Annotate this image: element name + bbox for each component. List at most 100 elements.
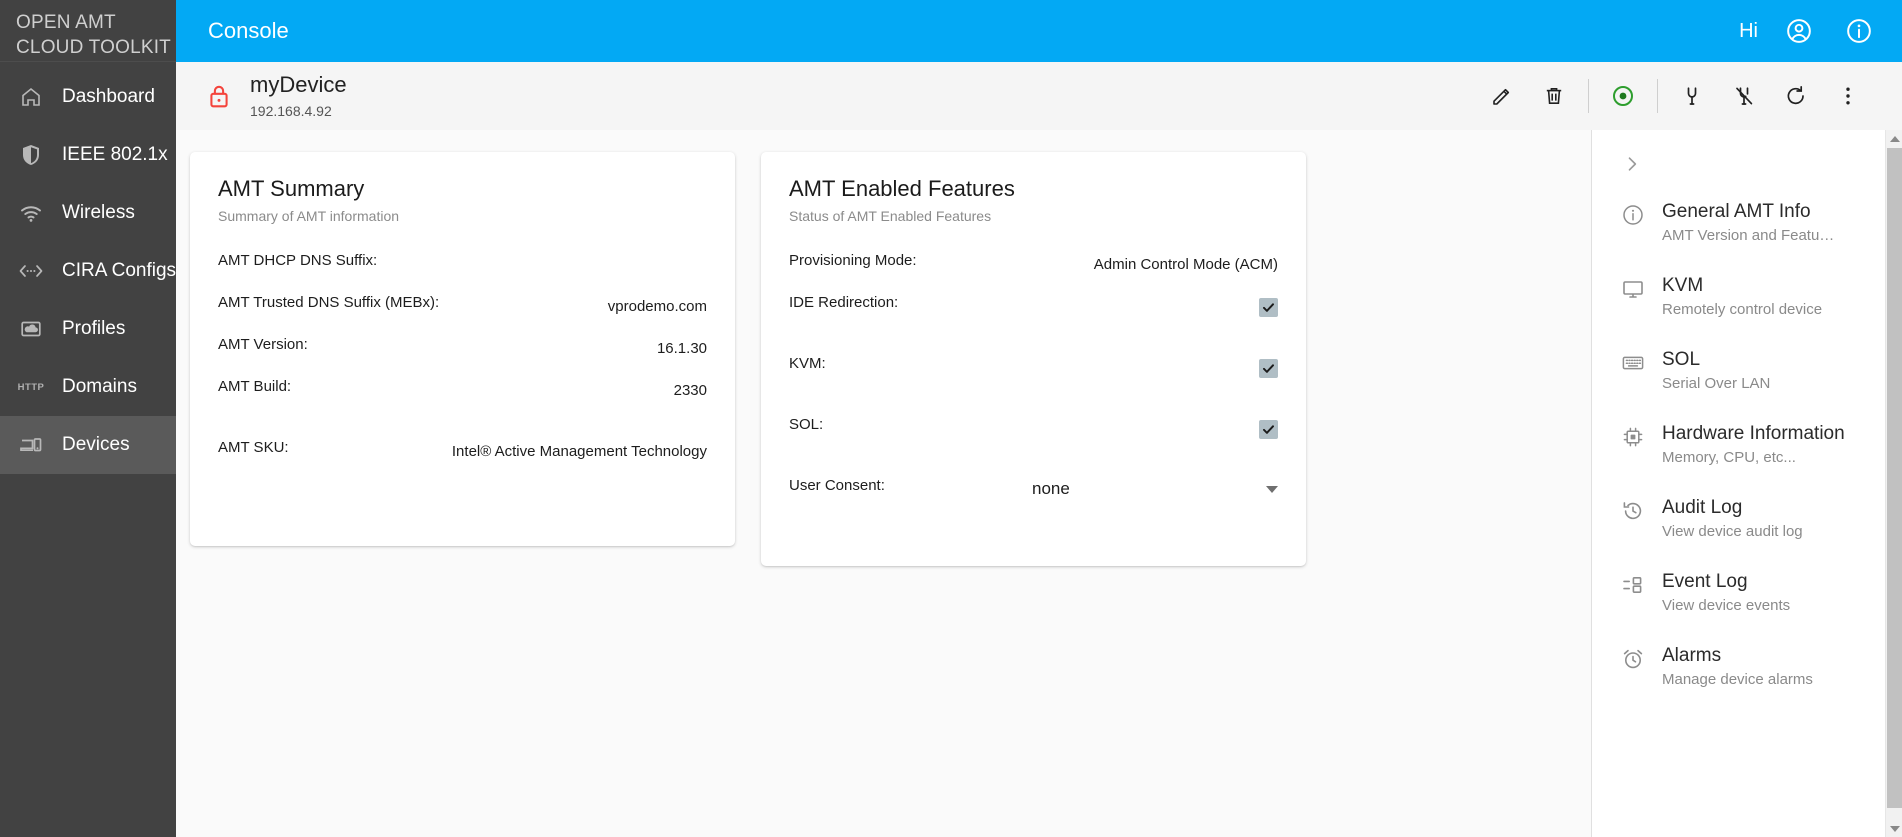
amt-features-subtitle: Status of AMT Enabled Features bbox=[789, 208, 992, 224]
monitor-icon bbox=[1620, 276, 1646, 302]
sidebar-item-devices[interactable]: Devices bbox=[0, 416, 176, 474]
row-key: SOL: bbox=[789, 416, 824, 433]
rail-item-subtitle: Manage device alarms bbox=[1662, 671, 1813, 688]
rail-expand-toggle[interactable] bbox=[1592, 144, 1885, 188]
rail-item-text: KVM Remotely control device bbox=[1662, 273, 1822, 322]
device-tools-rail: General AMT Info AMT Version and Featu… bbox=[1591, 130, 1902, 837]
table-row: AMT Version: 16.1.30 bbox=[218, 334, 707, 367]
body-row: AMT Summary Summary of AMT information A… bbox=[176, 130, 1902, 837]
row-value: Admin Control Mode (ACM) bbox=[1093, 256, 1278, 273]
sol-checkbox[interactable] bbox=[1259, 420, 1278, 439]
topbar-actions: Hi bbox=[1739, 12, 1878, 50]
rail-item-text: General AMT Info AMT Version and Featu… bbox=[1662, 199, 1834, 248]
row-value: 2330 bbox=[673, 382, 707, 399]
rail-item-subtitle: AMT Version and Featu… bbox=[1662, 227, 1835, 244]
sidebar-item-label: Wireless bbox=[62, 202, 135, 223]
user-consent-select[interactable]: none bbox=[1032, 475, 1278, 499]
amt-summary-card: AMT Summary Summary of AMT information A… bbox=[190, 152, 735, 546]
more-vertical-icon[interactable] bbox=[1826, 74, 1870, 118]
main-column: Console Hi myDevice 192.168.4.92 AMT Sum… bbox=[176, 0, 1902, 837]
keyboard-icon bbox=[1620, 350, 1646, 376]
sidebar-item-label: Profiles bbox=[62, 318, 126, 339]
rail-item-title: SOL bbox=[1662, 349, 1701, 370]
rail-item-text: Hardware Information Memory, CPU, etc... bbox=[1662, 421, 1845, 470]
table-row: User Consent: none bbox=[789, 475, 1278, 527]
edit-button[interactable] bbox=[1480, 74, 1524, 118]
power-on-button[interactable] bbox=[1670, 74, 1714, 118]
rail-item-subtitle: Serial Over LAN bbox=[1662, 375, 1771, 392]
kvm-checkbox[interactable] bbox=[1259, 359, 1278, 378]
rail-item-title: KVM bbox=[1662, 275, 1704, 296]
row-value: 16.1.30 bbox=[656, 340, 707, 357]
top-app-bar: Console Hi bbox=[176, 0, 1902, 62]
amt-summary-title: AMT Summary bbox=[218, 176, 365, 201]
rail-item-alarms[interactable]: Alarms Manage device alarms bbox=[1592, 632, 1885, 706]
sidebar-item-cira-configs[interactable]: CIRA Configs bbox=[0, 242, 176, 300]
table-row: AMT Trusted DNS Suffix (MEBx): vprodemo.… bbox=[218, 292, 707, 325]
wifi-icon bbox=[18, 200, 44, 226]
table-row: KVM: bbox=[789, 353, 1278, 405]
ide-redirection-checkbox[interactable] bbox=[1259, 298, 1278, 317]
rail-item-text: Alarms Manage device alarms bbox=[1662, 643, 1813, 692]
alarm-clock-icon bbox=[1620, 646, 1646, 672]
rail-scrollbar[interactable] bbox=[1885, 130, 1902, 837]
scroll-up-arrow-icon[interactable] bbox=[1886, 130, 1902, 147]
sidebar-item-label: CIRA Configs bbox=[62, 260, 176, 281]
rail-item-subtitle: Memory, CPU, etc... bbox=[1662, 449, 1796, 466]
rail-list: General AMT Info AMT Version and Featu… bbox=[1592, 130, 1885, 837]
row-value: Intel® Active Management Technology bbox=[451, 443, 707, 460]
row-key: KVM: bbox=[789, 355, 826, 372]
amt-enabled-features-card: AMT Enabled Features Status of AMT Enabl… bbox=[761, 152, 1306, 566]
sidebar-item-ieee8021x[interactable]: IEEE 802.1x bbox=[0, 126, 176, 184]
content-area: AMT Summary Summary of AMT information A… bbox=[176, 130, 1591, 837]
scrollbar-thumb[interactable] bbox=[1887, 148, 1902, 808]
row-key: AMT Trusted DNS Suffix (MEBx): bbox=[218, 294, 440, 311]
brand-logo: OPEN AMT CLOUD TOOLKIT bbox=[0, 0, 176, 62]
scroll-down-arrow-icon[interactable] bbox=[1886, 820, 1902, 837]
cloud-box-icon bbox=[18, 316, 44, 342]
rail-item-subtitle: View device events bbox=[1662, 597, 1791, 614]
table-row: AMT DHCP DNS Suffix: bbox=[218, 250, 707, 283]
rail-item-text: SOL Serial Over LAN bbox=[1662, 347, 1770, 396]
row-key: Provisioning Mode: bbox=[789, 252, 917, 269]
delete-button[interactable] bbox=[1532, 74, 1576, 118]
row-key: User Consent: bbox=[789, 477, 885, 494]
shield-icon bbox=[18, 142, 44, 168]
rail-item-title: Alarms bbox=[1662, 645, 1722, 666]
device-meta: myDevice 192.168.4.92 bbox=[250, 71, 347, 121]
lock-locked-icon bbox=[206, 81, 232, 111]
reset-button[interactable] bbox=[1774, 74, 1818, 118]
toolbar-divider bbox=[1588, 79, 1589, 113]
sidebar-item-wireless[interactable]: Wireless bbox=[0, 184, 176, 242]
rail-item-subtitle: Remotely control device bbox=[1662, 301, 1823, 318]
http-icon: HTTP bbox=[17, 381, 45, 393]
table-row: IDE Redirection: bbox=[789, 292, 1278, 344]
power-state-button[interactable] bbox=[1601, 74, 1645, 118]
rail-item-sol[interactable]: SOL Serial Over LAN bbox=[1592, 336, 1885, 410]
sidebar-item-label: Domains bbox=[62, 376, 137, 397]
sidebar-item-label: Devices bbox=[62, 434, 130, 455]
row-value: vprodemo.com bbox=[607, 298, 707, 315]
sidebar-item-domains[interactable]: HTTP Domains bbox=[0, 358, 176, 416]
power-off-button[interactable] bbox=[1722, 74, 1766, 118]
rail-item-kvm[interactable]: KVM Remotely control device bbox=[1592, 262, 1885, 336]
row-key: AMT DHCP DNS Suffix: bbox=[218, 252, 378, 269]
rail-item-audit-log[interactable]: Audit Log View device audit log bbox=[1592, 484, 1885, 558]
brand-line-1: OPEN AMT bbox=[16, 11, 116, 33]
rail-item-title: General AMT Info bbox=[1662, 201, 1811, 222]
sidebar-item-profiles[interactable]: Profiles bbox=[0, 300, 176, 358]
rail-item-text: Event Log View device events bbox=[1662, 569, 1790, 618]
rail-item-event-log[interactable]: Event Log View device events bbox=[1592, 558, 1885, 632]
amt-summary-subtitle: Summary of AMT information bbox=[218, 208, 400, 224]
rail-item-hardware-information[interactable]: Hardware Information Memory, CPU, etc... bbox=[1592, 410, 1885, 484]
rail-item-title: Event Log bbox=[1662, 571, 1748, 592]
device-ip-address: 192.168.4.92 bbox=[250, 103, 332, 119]
devices-icon bbox=[18, 432, 44, 458]
page-title: Console bbox=[208, 18, 289, 43]
account-circle-icon[interactable] bbox=[1780, 12, 1818, 50]
sidebar-item-dashboard[interactable]: Dashboard bbox=[0, 68, 176, 126]
info-circle-icon[interactable] bbox=[1840, 12, 1878, 50]
chip-icon bbox=[1620, 424, 1646, 450]
greeting-text: Hi bbox=[1739, 19, 1758, 42]
rail-item-general-amt-info[interactable]: General AMT Info AMT Version and Featu… bbox=[1592, 188, 1885, 262]
